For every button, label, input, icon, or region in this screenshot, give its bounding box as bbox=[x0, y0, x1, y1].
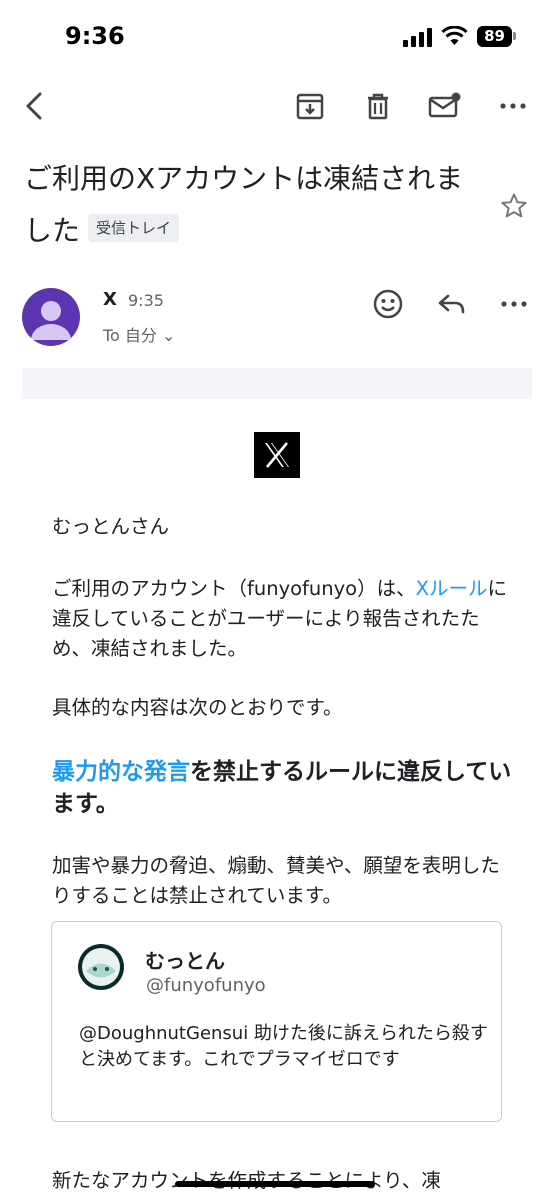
star-button[interactable] bbox=[496, 188, 532, 224]
wifi-icon bbox=[441, 25, 468, 46]
battery-tip bbox=[513, 32, 516, 40]
home-indicator[interactable] bbox=[175, 1181, 375, 1187]
more-options-button[interactable] bbox=[495, 88, 531, 124]
message-more-button[interactable] bbox=[496, 286, 532, 322]
email-time: 9:35 bbox=[128, 291, 164, 310]
inbox-label-chip[interactable]: 受信トレイ bbox=[88, 214, 180, 242]
reply-button[interactable] bbox=[434, 286, 470, 322]
tweet-text: @DoughnutGensui 助けた後に訴えられたら殺すと決めてます。これでプ… bbox=[79, 1023, 488, 1070]
back-arrow-icon bbox=[26, 92, 42, 120]
email-subject: ご利用のXアカウントは凍結されました 受信トレイ bbox=[24, 153, 474, 257]
para1-prefix: ご利用のアカウント（funyofunyo）は、 bbox=[52, 577, 416, 600]
tweet-author-name: むっとん bbox=[145, 949, 225, 973]
x-rules-link[interactable]: Xルール bbox=[416, 577, 488, 600]
archive-button[interactable] bbox=[292, 88, 328, 124]
battery-icon: 89 bbox=[477, 26, 512, 47]
delete-button[interactable] bbox=[360, 88, 396, 124]
email-header-band bbox=[22, 368, 532, 399]
back-button[interactable] bbox=[16, 88, 52, 124]
violation-headline: 暴力的な発言を禁止するルールに違反しています。 bbox=[52, 756, 512, 820]
x-logo bbox=[254, 432, 300, 478]
more-horizontal-icon bbox=[500, 103, 526, 109]
details-intro: 具体的な内容は次のとおりです。 bbox=[52, 696, 343, 719]
freeze-notice-paragraph: ご利用のアカウント（funyofunyo）は、Xルールに違反していることがユーザ… bbox=[52, 574, 512, 664]
cellular-signal-icon bbox=[403, 27, 433, 47]
sender-name[interactable]: X bbox=[103, 289, 117, 310]
recipient-details[interactable]: To 自分 ⌄ bbox=[103, 322, 175, 346]
reply-icon bbox=[438, 294, 465, 314]
mail-unread-icon bbox=[428, 92, 461, 118]
tweet-author-handle: @funyofunyo bbox=[146, 975, 266, 996]
status-time: 9:36 bbox=[65, 22, 125, 50]
sender-avatar[interactable] bbox=[22, 288, 80, 346]
archive-icon bbox=[296, 93, 324, 120]
violent-speech-link[interactable]: 暴力的な発言 bbox=[52, 759, 190, 785]
mark-unread-button[interactable] bbox=[427, 88, 463, 124]
policy-description: 加害や暴力の脅迫、煽動、賛美や、願望を表明したりすることは禁止されています。 bbox=[52, 854, 500, 907]
tweet-author-avatar bbox=[78, 944, 124, 990]
add-reaction-button[interactable] bbox=[370, 286, 406, 322]
greeting: むっとんさん bbox=[52, 515, 170, 538]
trash-icon bbox=[368, 93, 388, 120]
emoji-icon bbox=[373, 289, 403, 319]
more-horizontal-icon bbox=[501, 301, 527, 307]
star-icon bbox=[501, 193, 527, 218]
